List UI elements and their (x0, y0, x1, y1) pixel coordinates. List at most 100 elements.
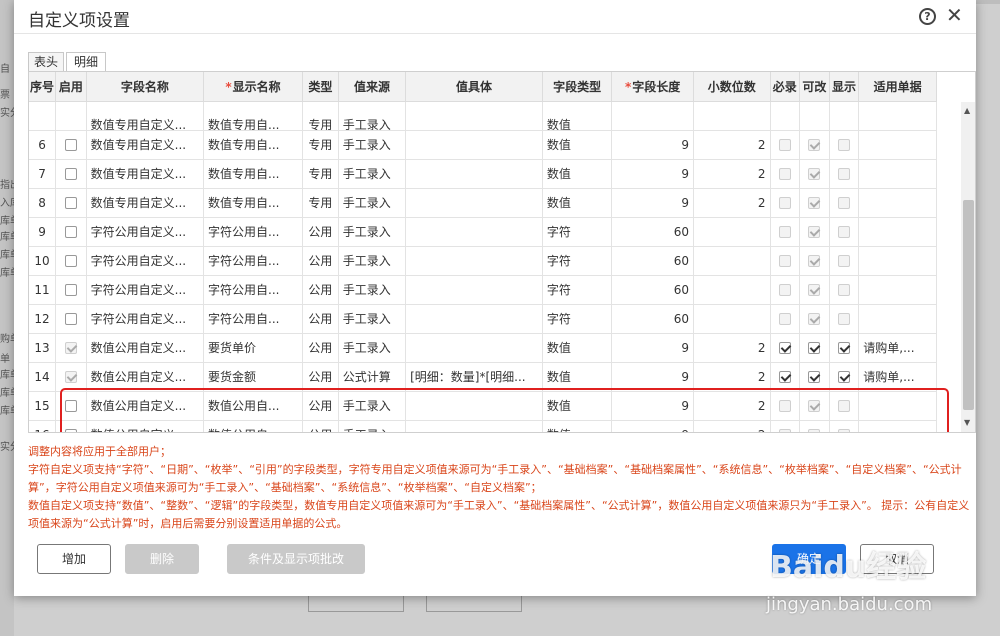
cell-display-name[interactable]: 字符公用自... (203, 217, 304, 247)
cell-value-source[interactable]: 手工录入 (338, 304, 407, 334)
cell-field-type[interactable]: 数值 (542, 188, 613, 218)
cell-decimals[interactable]: 2 (693, 420, 771, 432)
col-field-length-header[interactable]: *字段长度 (611, 72, 694, 102)
editable-checkbox[interactable] (808, 313, 821, 325)
cell-decimals[interactable] (693, 217, 771, 247)
cell-display-name[interactable]: 数值公用自... (203, 391, 304, 421)
cell-value-detail[interactable] (405, 420, 543, 432)
table-row[interactable]: 13 数值公用自定义... 要货单价 公用 手工录入 数值 9 2 请购单,..… (29, 333, 937, 363)
table-row[interactable]: 15 数值公用自定义... 数值公用自... 公用 手工录入 数值 9 2 (29, 391, 937, 421)
cell-field-type[interactable]: 数值 (542, 159, 613, 189)
visible-checkbox[interactable] (838, 371, 850, 383)
cell-value-detail[interactable] (405, 217, 543, 247)
cell-value-source[interactable]: 手工录入 (338, 333, 407, 363)
visible-checkbox[interactable] (838, 342, 850, 354)
cell-value-detail[interactable] (405, 101, 543, 131)
required-checkbox[interactable] (778, 255, 791, 267)
editable-checkbox[interactable] (808, 371, 821, 383)
cell-field-type[interactable]: 数值 (542, 362, 613, 392)
cell-value-detail[interactable] (405, 275, 543, 305)
table-row[interactable]: 9 字符公用自定义... 字符公用自... 公用 手工录入 字符 60 (29, 217, 937, 247)
table-row[interactable]: 14 数值公用自定义... 要货金额 公用 公式计算 [明细：数量]*[明细..… (29, 362, 937, 392)
cell-value-detail[interactable] (405, 188, 543, 218)
cell-field-length[interactable]: 9 (611, 362, 694, 392)
editable-checkbox[interactable] (808, 197, 821, 209)
cell-field-type[interactable]: 数值 (542, 420, 613, 432)
cell-doc-types[interactable] (858, 246, 937, 276)
cell-field-length[interactable]: 9 (611, 159, 694, 189)
editable-checkbox[interactable] (808, 342, 821, 354)
cell-value-source[interactable]: 手工录入 (338, 130, 407, 160)
table-row[interactable]: 8 数值专用自定义... 数值专用自... 专用 手工录入 数值 9 2 (29, 188, 937, 218)
cell-display-name[interactable]: 要货金额 (203, 362, 304, 392)
cell-doc-types[interactable]: 请购单,... (858, 333, 937, 363)
required-checkbox[interactable] (778, 371, 791, 383)
cell-field-length[interactable]: 9 (611, 130, 694, 160)
cell-field-type[interactable]: 字符 (542, 304, 613, 334)
cell-decimals[interactable]: 2 (693, 391, 771, 421)
cell-value-source[interactable]: 手工录入 (338, 188, 407, 218)
cell-value-detail[interactable] (405, 391, 543, 421)
cell-doc-types[interactable] (858, 420, 937, 432)
delete-button[interactable]: 删除 (125, 544, 199, 574)
cell-doc-types[interactable] (858, 304, 937, 334)
cell-value-detail[interactable]: [明细：数量]*[明细... (405, 362, 543, 392)
cell-field-length[interactable]: 9 (611, 333, 694, 363)
editable-checkbox[interactable] (808, 400, 821, 412)
table-row-partial[interactable]: 数值专用自定义... 数值专用自... 专用 手工录入 数值 (29, 101, 937, 131)
cell-decimals[interactable] (693, 275, 771, 305)
visible-checkbox[interactable] (838, 284, 850, 296)
cell-field-type[interactable]: 字符 (542, 275, 613, 305)
required-checkbox[interactable] (778, 226, 791, 238)
cell-value-source[interactable]: 手工录入 (338, 217, 407, 247)
table-row[interactable]: 10 字符公用自定义... 字符公用自... 公用 手工录入 字符 60 (29, 246, 937, 276)
enabled-checkbox[interactable] (64, 139, 77, 151)
cell-decimals[interactable]: 2 (693, 188, 771, 218)
required-checkbox[interactable] (778, 429, 791, 432)
table-row[interactable]: 12 字符公用自定义... 字符公用自... 公用 手工录入 字符 60 (29, 304, 937, 334)
required-checkbox[interactable] (778, 313, 791, 325)
enabled-checkbox[interactable] (64, 313, 77, 325)
visible-checkbox[interactable] (838, 139, 850, 151)
enabled-checkbox[interactable] (64, 255, 77, 267)
cell-field-length[interactable]: 60 (611, 275, 694, 305)
cell-display-name[interactable]: 字符公用自... (203, 304, 304, 334)
table-row[interactable]: 7 数值专用自定义... 数值专用自... 专用 手工录入 数值 9 2 (29, 159, 937, 189)
cell-field-type[interactable]: 字符 (542, 217, 613, 247)
enabled-checkbox[interactable] (64, 226, 77, 238)
col-value-source-header[interactable]: 值来源 (338, 72, 407, 102)
cell-field-type[interactable]: 数值 (542, 391, 613, 421)
enabled-checkbox[interactable] (64, 284, 77, 296)
editable-checkbox[interactable] (808, 139, 821, 151)
enabled-checkbox[interactable] (64, 429, 77, 432)
tab-detail[interactable]: 明细 (66, 52, 106, 72)
cell-value-detail[interactable] (405, 246, 543, 276)
col-doc-types-header[interactable]: 适用单据 (858, 72, 937, 102)
cell-doc-types[interactable] (858, 217, 937, 247)
cell-display-name[interactable]: 数值公用自... (203, 420, 304, 432)
cell-doc-types[interactable] (858, 188, 937, 218)
cell-doc-types[interactable] (858, 391, 937, 421)
cell-field-length[interactable]: 9 (611, 420, 694, 432)
required-checkbox[interactable] (778, 342, 791, 354)
cell-field-length[interactable]: 9 (611, 391, 694, 421)
visible-checkbox[interactable] (838, 429, 850, 432)
cell-decimals[interactable] (693, 246, 771, 276)
enabled-checkbox[interactable] (64, 197, 77, 209)
cell-doc-types[interactable] (858, 130, 937, 160)
cell-value-detail[interactable] (405, 304, 543, 334)
cell-field-length[interactable] (611, 101, 694, 131)
cell-decimals[interactable]: 2 (693, 130, 771, 160)
cell-display-name[interactable]: 要货单价 (203, 333, 304, 363)
cell-decimals[interactable] (693, 304, 771, 334)
cell-value-source[interactable]: 手工录入 (338, 101, 407, 131)
cell-value-source[interactable]: 手工录入 (338, 246, 407, 276)
visible-checkbox[interactable] (838, 197, 850, 209)
col-display-name-header[interactable]: *显示名称 (203, 72, 304, 102)
cell-field-length[interactable]: 60 (611, 304, 694, 334)
col-decimals-header[interactable]: 小数位数 (693, 72, 771, 102)
col-field-type-header[interactable]: 字段类型 (542, 72, 613, 102)
vertical-scrollbar[interactable]: ▲ ▼ (961, 102, 975, 432)
enabled-checkbox[interactable] (64, 168, 77, 180)
help-icon[interactable]: ? (919, 8, 936, 25)
